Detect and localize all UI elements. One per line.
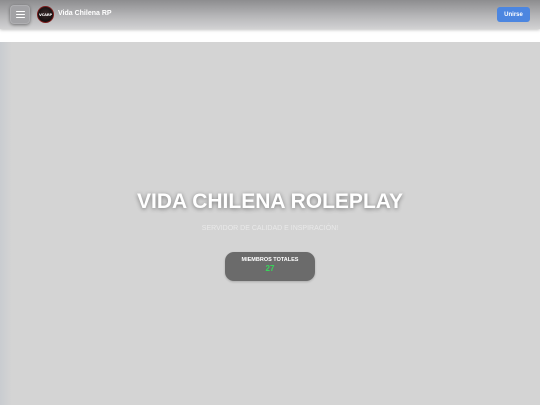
hero-subtitle: SERVIDOR DE CALIDAD E INSPIRACIÓN! xyxy=(201,225,339,232)
navbar: VCARP Vida Chilena RP Unirse xyxy=(0,0,540,29)
members-label: MIEMBROS TOTALES xyxy=(241,257,299,263)
server-logo[interactable]: VCARP xyxy=(37,6,54,23)
members-count: 27 xyxy=(265,264,275,273)
logo-text: VCARP xyxy=(38,12,53,17)
brand-name[interactable]: Vida Chilena RP xyxy=(58,9,112,19)
join-button[interactable]: Unirse xyxy=(497,7,530,22)
hero-section: VIDA CHILENA ROLEPLAY SERVIDOR DE CALIDA… xyxy=(0,42,540,405)
hero-edge-shade xyxy=(0,42,12,405)
hamburger-icon xyxy=(15,10,25,19)
menu-button[interactable] xyxy=(10,5,30,24)
hero-title: VIDA CHILENA ROLEPLAY xyxy=(136,190,404,213)
members-card: MIEMBROS TOTALES 27 xyxy=(225,252,315,281)
